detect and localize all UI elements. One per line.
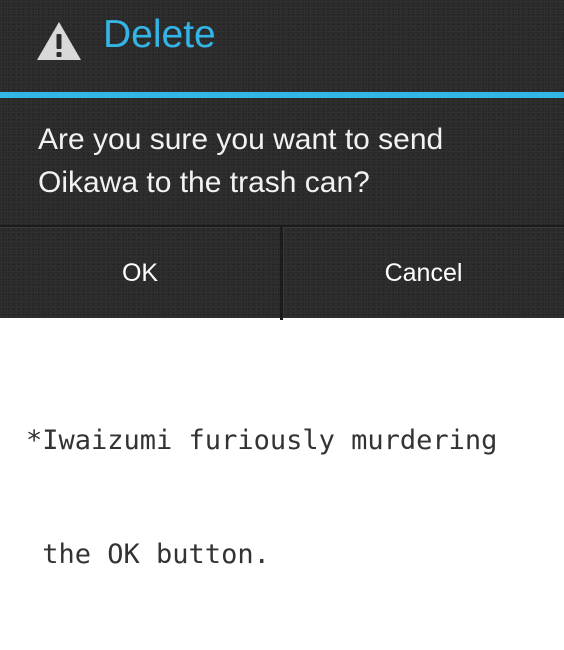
caption-line-2: the OK button. — [26, 539, 270, 570]
dialog-message-line-2: Oikawa to the trash can? — [38, 166, 370, 199]
warning-icon — [36, 21, 82, 61]
caption-line-1: *Iwaizumi furiously murdering — [26, 425, 498, 456]
ok-button[interactable]: OK — [0, 227, 280, 320]
cancel-button[interactable]: Cancel — [283, 227, 564, 320]
ok-button-label: OK — [121, 259, 159, 287]
meme-screen: Delete Are you sure you want to send Oik… — [0, 0, 564, 570]
title-divider — [0, 92, 564, 98]
cancel-button-label: Cancel — [384, 259, 463, 287]
meme-caption: *Iwaizumi furiously murdering the OK but… — [26, 346, 556, 650]
dialog-message-line-1: Are you sure you want to send — [38, 123, 444, 156]
dialog-title-bar: Delete — [0, 0, 564, 92]
dialog-message: Are you sure you want to send Oikawa to … — [38, 118, 538, 204]
delete-dialog: Delete Are you sure you want to send Oik… — [0, 0, 564, 320]
dialog-title: Delete — [103, 13, 216, 56]
dialog-button-row: OK Cancel — [0, 225, 564, 320]
